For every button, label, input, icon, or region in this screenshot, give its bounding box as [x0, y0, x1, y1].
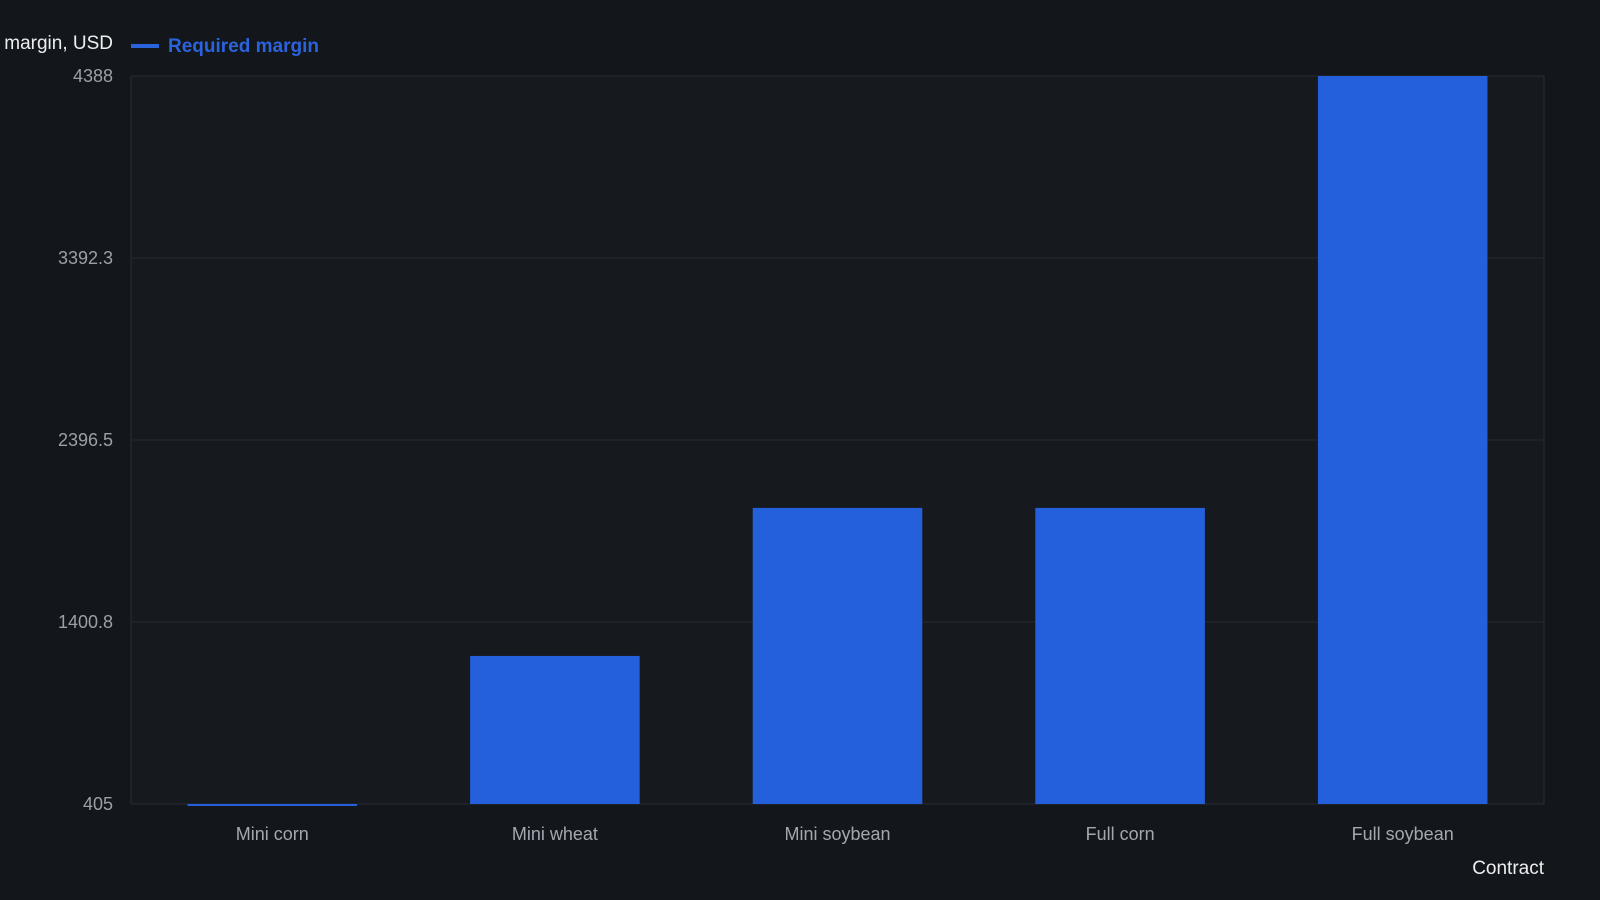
bar-chart-svg: 4051400.82396.53392.34388 Mini corn Mini …: [4, 33, 1545, 879]
y-tick-label: 3392.3: [58, 248, 113, 268]
bar-mini-corn[interactable]: [187, 804, 358, 806]
y-tick-label: 2396.5: [58, 430, 113, 450]
x-tick-label: Full corn: [1086, 824, 1155, 844]
legend[interactable]: Required margin: [131, 36, 319, 57]
x-tick-label: Mini wheat: [512, 824, 598, 844]
bar-mini-soybean[interactable]: [752, 507, 923, 804]
x-axis-ticks: Mini corn Mini wheat Mini soybean Full corn…: [236, 824, 1454, 844]
chart: 405 1400.8 2396.5 3392.3 4388 Mini corn Mini …: [0, 0, 1600, 900]
y-tick-label: 405: [83, 794, 113, 814]
y-axis-title: margin, USD: [4, 33, 113, 54]
bar-full-soybean[interactable]: [1317, 76, 1488, 804]
y-tick-label: 1400.8: [58, 612, 113, 632]
x-axis-title: Contract: [1472, 858, 1545, 879]
x-tick-label: Mini soybean: [784, 824, 890, 844]
legend-label[interactable]: Required margin: [168, 36, 319, 57]
bar-full-corn[interactable]: [1035, 507, 1205, 804]
bar-mini-wheat[interactable]: [470, 655, 640, 804]
y-axis-ticks: 405 1400.8 2396.5 3392.3 4388: [58, 66, 113, 814]
y-tick-label: 4388: [73, 66, 113, 86]
x-tick-label: Full soybean: [1352, 824, 1454, 844]
x-tick-label: Mini corn: [236, 824, 309, 844]
